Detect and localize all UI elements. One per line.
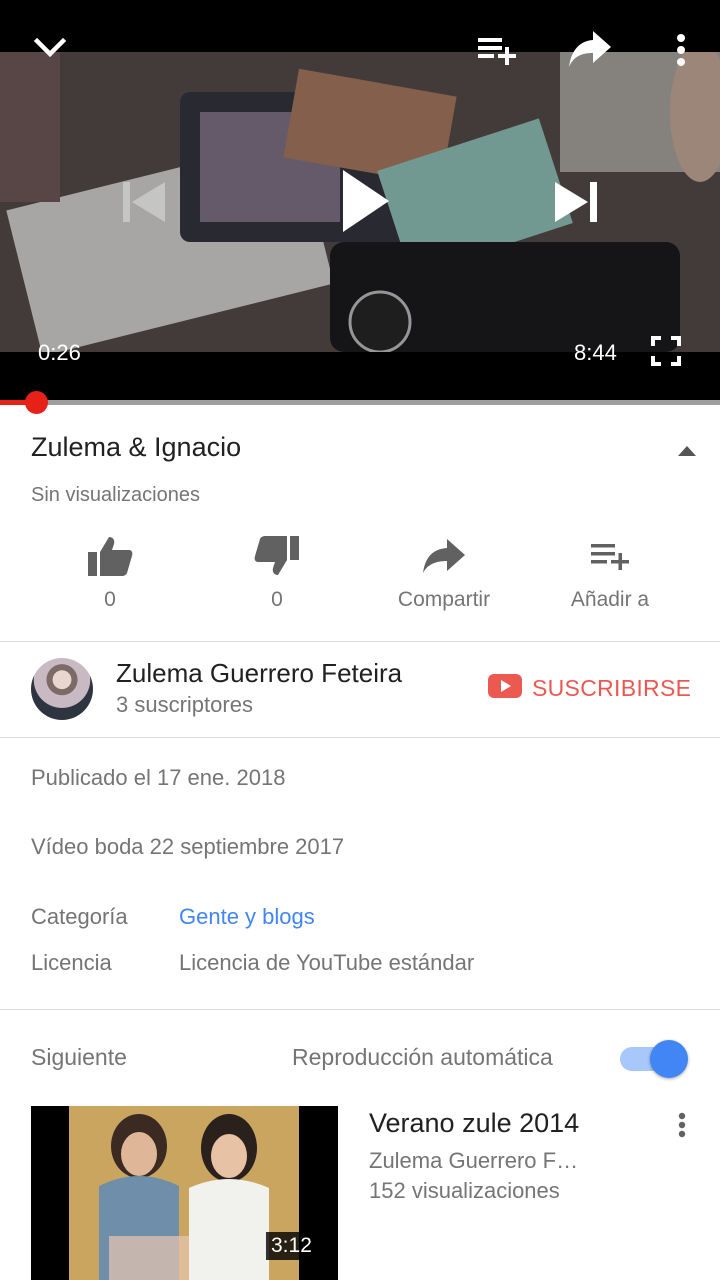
- category-link[interactable]: Gente y blogs: [179, 904, 315, 930]
- fullscreen-icon[interactable]: [648, 334, 684, 368]
- playlist-add-icon[interactable]: [474, 32, 520, 68]
- add-to-button[interactable]: Añadir a: [540, 532, 680, 612]
- youtube-logo-icon: [488, 674, 522, 703]
- divider: [0, 737, 720, 738]
- total-duration: 8:44: [574, 340, 617, 365]
- more-vert-icon[interactable]: [668, 30, 694, 70]
- collapse-details-icon[interactable]: [672, 440, 702, 462]
- recommended-duration: 3:12: [266, 1232, 317, 1260]
- thumbnail-image: [69, 1106, 299, 1280]
- view-count: Sin visualizaciones: [31, 484, 200, 506]
- category-label: Categoría: [31, 904, 128, 929]
- skip-next-icon[interactable]: [548, 176, 604, 228]
- share-icon: [421, 532, 467, 580]
- recommended-views: 152 visualizaciones: [369, 1178, 560, 1203]
- progress-track[interactable]: [0, 400, 720, 405]
- like-count: 0: [104, 588, 116, 611]
- more-vert-icon[interactable]: [670, 1110, 694, 1140]
- video-player[interactable]: 0:26 8:44: [0, 0, 720, 404]
- progress-thumb[interactable]: [25, 391, 48, 414]
- share-button[interactable]: Compartir: [374, 532, 514, 612]
- skip-previous-icon[interactable]: [116, 176, 172, 228]
- autoplay-toggle-thumb[interactable]: [650, 1040, 688, 1078]
- like-button[interactable]: 0: [40, 532, 180, 612]
- share-icon[interactable]: [566, 28, 614, 70]
- chevron-down-icon[interactable]: [30, 32, 70, 64]
- subscriber-count: 3 suscriptores: [116, 692, 253, 717]
- autoplay-label: Reproducción automática: [292, 1044, 553, 1070]
- description-text: Vídeo boda 22 septiembre 2017: [31, 834, 345, 859]
- license-value: Licencia de YouTube estándar: [179, 950, 475, 975]
- subscribe-label: SUSCRIBIRSE: [532, 675, 692, 701]
- channel-name[interactable]: Zulema Guerrero Feteira: [116, 658, 402, 689]
- playlist-add-icon: [589, 532, 631, 580]
- recommended-title[interactable]: Verano zule 2014: [369, 1108, 579, 1139]
- dislike-button[interactable]: 0: [207, 532, 347, 612]
- next-label: Siguiente: [31, 1044, 127, 1070]
- thumb-down-icon: [254, 532, 300, 580]
- share-label: Compartir: [397, 588, 491, 611]
- play-icon[interactable]: [334, 166, 394, 236]
- license-label: Licencia: [31, 950, 112, 975]
- divider: [0, 641, 720, 642]
- channel-avatar[interactable]: [31, 658, 93, 720]
- add-to-label: Añadir a: [570, 588, 650, 611]
- subscribe-button[interactable]: SUSCRIBIRSE: [488, 674, 691, 703]
- published-date: Publicado el 17 ene. 2018: [31, 765, 286, 790]
- thumb-up-icon: [87, 532, 133, 580]
- dislike-count: 0: [271, 588, 283, 611]
- divider: [0, 1009, 720, 1010]
- current-time: 0:26: [38, 340, 81, 365]
- recommended-channel: Zulema Guerrero Feteira: [369, 1148, 589, 1173]
- video-title: Zulema & Ignacio: [31, 432, 242, 462]
